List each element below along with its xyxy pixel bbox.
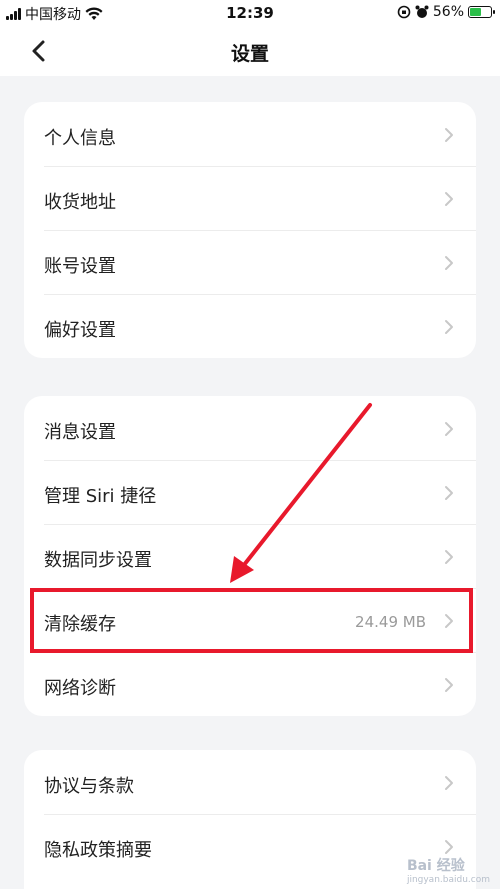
- watermark-text: Bai 经验: [406, 858, 465, 874]
- chevron-right-icon: [445, 550, 453, 564]
- settings-group-account: 个人信息 收货地址 账号设置 偏好设置: [24, 102, 476, 358]
- chevron-right-icon: [445, 256, 453, 270]
- battery-percent: 56%: [432, 4, 464, 20]
- row-label: 偏好设置: [44, 320, 116, 341]
- row-label: 协议与条款: [44, 776, 134, 797]
- chevron-right-icon: [445, 678, 453, 692]
- battery-charging-icon: [468, 6, 495, 18]
- baidu-watermark: Bai 经验 jingyan.baidu.com: [407, 855, 490, 885]
- settings-row-shipping-address[interactable]: 收货地址: [24, 166, 476, 230]
- row-label: 个人信息: [44, 128, 116, 149]
- settings-row-personal-info[interactable]: 个人信息: [24, 102, 476, 166]
- chevron-right-icon: [445, 614, 453, 628]
- settings-row-clear-cache[interactable]: 清除缓存 24.49 MB: [24, 588, 476, 652]
- status-right: 56%: [397, 4, 495, 20]
- chevron-right-icon: [445, 486, 453, 500]
- settings-row-account-settings[interactable]: 账号设置: [24, 230, 476, 294]
- chevron-right-icon: [445, 128, 453, 142]
- nav-bar: 设置: [0, 26, 500, 76]
- chevron-right-icon: [445, 320, 453, 334]
- settings-row-siri-shortcuts[interactable]: 管理 Siri 捷径: [24, 460, 476, 524]
- settings-row-network-diagnosis[interactable]: 网络诊断: [24, 652, 476, 716]
- row-label: 网络诊断: [44, 678, 116, 699]
- settings-row-preferences[interactable]: 偏好设置: [24, 294, 476, 358]
- row-label: 账号设置: [44, 256, 116, 277]
- chevron-right-icon: [445, 840, 453, 854]
- chevron-right-icon: [445, 776, 453, 790]
- row-label: 隐私政策摘要: [44, 840, 152, 861]
- row-label: 管理 Siri 捷径: [44, 486, 157, 507]
- watermark-url: jingyan.baidu.com: [406, 875, 490, 885]
- cache-size-value: 24.49 MB: [355, 613, 426, 631]
- chevron-right-icon: [445, 422, 453, 436]
- lock-rotation-icon: [397, 5, 411, 19]
- row-label: 收货地址: [44, 192, 116, 213]
- settings-row-data-sync[interactable]: 数据同步设置: [24, 524, 476, 588]
- row-label: 消息设置: [44, 422, 116, 443]
- page-title: 设置: [230, 43, 269, 65]
- alarm-icon: [415, 5, 429, 18]
- settings-row-notifications[interactable]: 消息设置: [24, 396, 476, 460]
- settings-row-terms[interactable]: 协议与条款: [24, 750, 476, 814]
- row-label: 清除缓存: [44, 614, 116, 635]
- status-bar: 中国移动 12:39 56%: [0, 0, 500, 26]
- battery-fill: [470, 8, 481, 16]
- settings-group-app: 消息设置 管理 Siri 捷径 数据同步设置 清除缓存 24.49 MB 网络诊…: [24, 396, 476, 716]
- chevron-right-icon: [445, 192, 453, 206]
- row-label: 数据同步设置: [44, 550, 152, 571]
